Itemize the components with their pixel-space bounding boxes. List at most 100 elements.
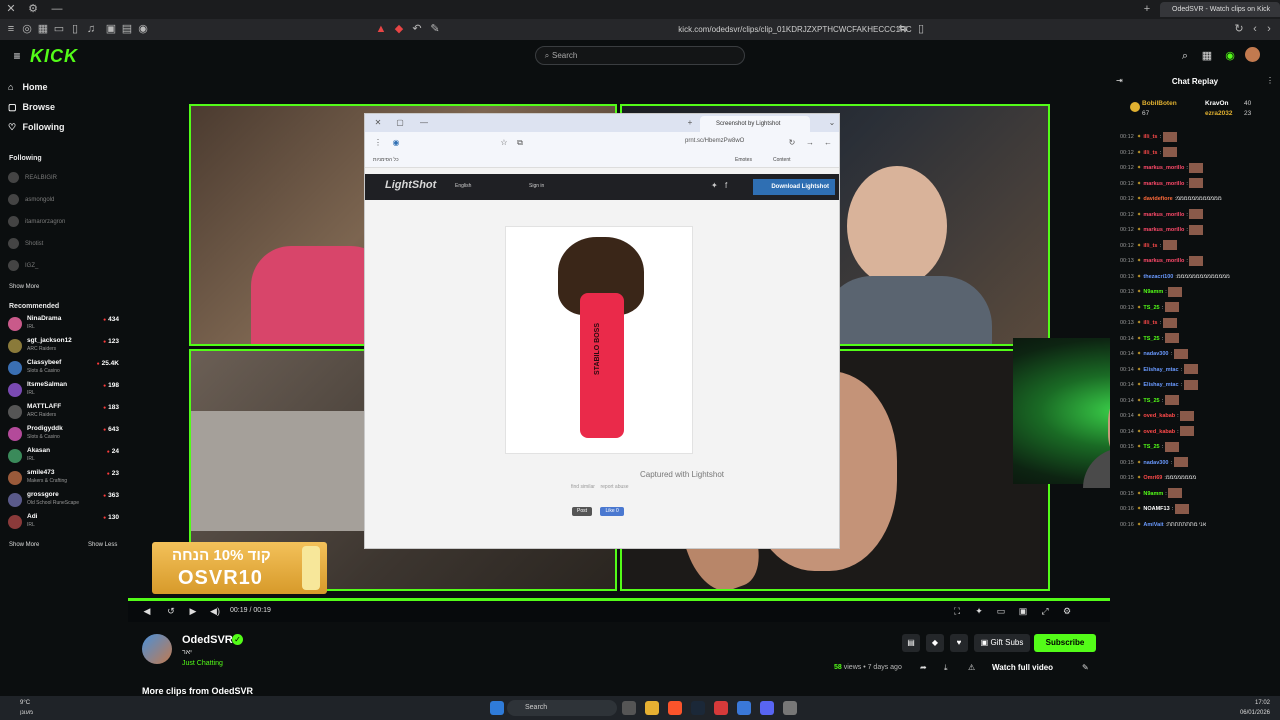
warning-icon[interactable]: ▲ [374, 22, 388, 36]
chat-user[interactable]: nadav300 [1143, 351, 1168, 357]
inbox-icon[interactable]: ▦ [1200, 49, 1214, 63]
chat-user[interactable]: NOAMF13 [1143, 506, 1169, 512]
signin-link[interactable]: Sign in [529, 183, 544, 189]
new-tab-icon[interactable]: + [683, 116, 697, 130]
show-more-link[interactable]: Show More [9, 542, 39, 548]
recommended-item[interactable]: NinaDrama IRL 434 [8, 314, 123, 334]
minimize-icon[interactable]: — [417, 116, 431, 130]
lightshot-tab[interactable]: Screenshot by Lightshot [700, 116, 810, 132]
sidebar-item-following[interactable]: ♡ Following [8, 120, 65, 134]
show-more-link[interactable]: Show More [9, 284, 39, 290]
reload-icon[interactable]: ↻ [1232, 22, 1246, 36]
chat-user[interactable]: markus_morillo [1143, 165, 1184, 171]
channel-name[interactable]: OdedSVR [182, 634, 233, 646]
chat-user[interactable]: nadav300 [1143, 460, 1168, 466]
tabs-icon[interactable]: ▣ [104, 22, 118, 36]
bookmark-item[interactable]: Content [773, 157, 791, 163]
share-icon[interactable]: ↶ [410, 22, 424, 36]
chevron-down-icon[interactable]: ⌄ [825, 116, 839, 130]
following-item[interactable]: Shotist [8, 237, 123, 251]
address-bar[interactable]: kick.com/odedsvr/clips/clip_01KDRJZXPTHC… [600, 22, 990, 37]
chat-user[interactable]: oved_kabab [1143, 413, 1175, 419]
chat-user[interactable]: oved_kabab [1143, 429, 1175, 435]
bell-icon[interactable]: ◆ [926, 634, 944, 652]
find-similar-link[interactable]: find similar [571, 484, 595, 490]
extension-icon[interactable]: ◉ [389, 136, 403, 150]
show-less-link[interactable]: Show Less [88, 542, 117, 548]
channel-avatar[interactable] [142, 634, 172, 664]
search-input[interactable]: Search [535, 46, 745, 65]
settings-icon[interactable]: ✦ [974, 606, 984, 616]
gear-icon[interactable]: ⚙ [1062, 606, 1072, 616]
lightshot-url[interactable]: prnt.sc/HbemzPw8wO [685, 138, 744, 144]
post-button[interactable]: Post [572, 507, 593, 516]
lightshot-logo[interactable]: LightShot [385, 179, 436, 191]
following-item[interactable]: asmongold [8, 193, 123, 207]
bookmark-item[interactable]: Emotes [735, 157, 752, 163]
active-tab[interactable]: OdedSVR - Watch clips on Kick [1160, 2, 1280, 17]
list-icon[interactable]: ▤ [902, 634, 920, 652]
shield-icon[interactable]: ◎ [20, 22, 34, 36]
more-icon[interactable]: ⋮ [1266, 76, 1274, 85]
music-icon[interactable]: ♫ [84, 22, 98, 36]
following-item[interactable]: IGZ_ [8, 259, 123, 273]
close-icon[interactable]: ✕ [4, 2, 18, 16]
recommended-item[interactable]: Akasan IRL 24 [8, 446, 123, 466]
bookmark-item[interactable]: כל הסימניות [373, 157, 399, 163]
gift-subs-button[interactable]: ▣ Gift Subs [974, 634, 1030, 652]
bookmark-icon[interactable]: ▯ [914, 22, 928, 36]
grid-icon[interactable]: ▦ [36, 22, 50, 36]
chat-user[interactable]: thezacri100 [1143, 274, 1173, 280]
chat-user[interactable]: illi_ts [1143, 243, 1157, 249]
chat-user[interactable]: N9amm [1143, 289, 1163, 295]
chat-user[interactable]: illi_ts [1143, 150, 1157, 156]
windows-start-icon[interactable] [490, 701, 504, 715]
sidebar-item-home[interactable]: ⌂ Home [8, 80, 48, 94]
play-icon[interactable]: ▶ [188, 606, 198, 616]
chat-user[interactable]: markus_morillo [1143, 181, 1184, 187]
theater-icon[interactable]: ▭ [996, 606, 1006, 616]
translate-icon[interactable]: ⇆ [896, 22, 910, 36]
chat-user[interactable]: TS_25 [1143, 336, 1159, 342]
search-icon[interactable]: ⌕ [1178, 49, 1192, 63]
recommended-item[interactable]: MATTLAFF ARC Raiders 183 [8, 402, 123, 422]
chat-user[interactable]: TS_25 [1143, 444, 1159, 450]
app-icon[interactable] [714, 701, 728, 715]
task-view-icon[interactable] [622, 701, 636, 715]
chat-user[interactable]: davidefiore [1143, 196, 1172, 202]
chat-user[interactable]: markus_morillo [1143, 258, 1184, 264]
chat-user[interactable]: markus_morillo [1143, 227, 1184, 233]
star-icon[interactable]: ☆ [497, 136, 511, 150]
share-icon[interactable]: ⧉ [513, 136, 527, 150]
recommended-item[interactable]: sgt_jackson12 ARC Raiders 123 [8, 336, 123, 356]
tools-icon[interactable]: ✎ [428, 22, 442, 36]
download-button[interactable]: Download Lightshot [753, 179, 835, 195]
twitter-icon[interactable]: ✦ [711, 181, 718, 190]
forward-icon[interactable]: › [1262, 22, 1276, 36]
recommended-item[interactable]: Classybeef Slots & Casino 25.4K [8, 358, 123, 378]
chat-user[interactable]: markus_morillo [1143, 212, 1184, 218]
note-icon[interactable]: ▤ [120, 22, 134, 36]
like-button[interactable]: Like 0 [600, 507, 624, 516]
settings-icon[interactable] [783, 701, 797, 715]
hamburger-icon[interactable]: ≡ [10, 49, 24, 63]
steam-icon[interactable] [691, 701, 705, 715]
wifi-icon[interactable]: ◉ [136, 22, 150, 36]
shield-alert-icon[interactable]: ◆ [392, 22, 406, 36]
chat-user[interactable]: AmiVait [1143, 522, 1163, 528]
video-player[interactable]: ✕ ▢ — + Screenshot by Lightshot ⌄ ⋮ ◉ ☆ … [128, 72, 1110, 622]
following-item[interactable]: REALBIGIR [8, 171, 123, 185]
chat-user[interactable]: TS_25 [1143, 305, 1159, 311]
sidebar-icon[interactable]: ▯ [68, 22, 82, 36]
language-select[interactable]: English [455, 183, 471, 189]
category-link[interactable]: Just Chatting [182, 660, 223, 667]
new-tab-icon[interactable]: + [1140, 2, 1154, 16]
chat-user[interactable]: Omri69 [1143, 475, 1162, 481]
settings-icon[interactable]: ⚙ [26, 2, 40, 16]
volume-icon[interactable]: ◀) [210, 606, 220, 616]
sidebar-item-browse[interactable]: ▢ Browse [8, 100, 55, 114]
taskbar-search[interactable]: Search [507, 700, 617, 716]
heart-icon[interactable]: ♥ [950, 634, 968, 652]
discord-icon[interactable] [760, 701, 774, 715]
window-icon[interactable]: ▭ [52, 22, 66, 36]
